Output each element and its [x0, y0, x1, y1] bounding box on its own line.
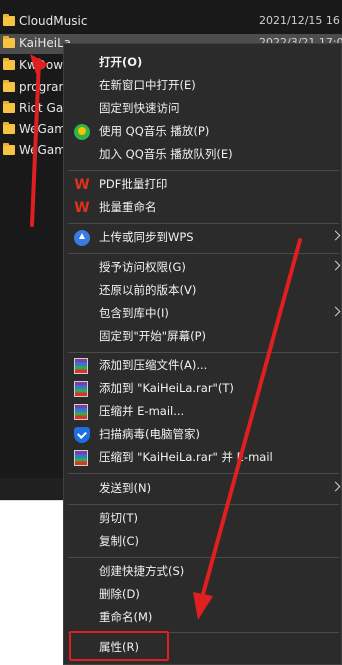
menu-item-label: 剪切(T)	[99, 511, 138, 525]
menu-item-delete[interactable]: 删除(D)	[64, 583, 342, 606]
chevron-right-icon	[330, 230, 341, 241]
context-menu: 打开(O) 在新窗口中打开(E) 固定到快速访问 使用 QQ音乐 播放(P) 加…	[63, 43, 342, 665]
menu-item-pin-quick-access[interactable]: 固定到快速访问	[64, 97, 342, 120]
menu-item-label: 添加到 "KaiHeiLa.rar"(T)	[99, 381, 234, 395]
menu-item-label: 固定到快速访问	[99, 101, 180, 115]
winrar-icon	[74, 450, 88, 466]
menu-item-create-shortcut[interactable]: 创建快捷方式(S)	[64, 560, 342, 583]
winrar-icon	[74, 358, 88, 374]
menu-separator	[68, 504, 339, 505]
menu-item-label: 使用 QQ音乐 播放(P)	[99, 124, 210, 138]
chevron-right-icon	[330, 481, 341, 492]
menu-item-pdf-batch-print[interactable]: W PDF批量打印	[64, 173, 342, 196]
folder-icon	[3, 80, 15, 92]
menu-item-play-qq-music[interactable]: 使用 QQ音乐 播放(P)	[64, 120, 342, 143]
menu-item-label: 添加到压缩文件(A)...	[99, 358, 208, 372]
folder-icon	[3, 101, 15, 113]
menu-item-open[interactable]: 打开(O)	[64, 51, 342, 74]
chevron-right-icon	[330, 260, 341, 271]
chevron-right-icon	[330, 306, 341, 317]
folder-icon	[3, 36, 15, 48]
menu-item-upload-wps[interactable]: 上传或同步到WPS	[64, 226, 342, 249]
menu-item-label: PDF批量打印	[99, 177, 168, 191]
file-name: CloudMusic	[19, 14, 88, 28]
menu-item-label: 发送到(N)	[99, 481, 152, 495]
folder-icon	[3, 143, 15, 155]
folder-icon	[3, 58, 15, 70]
wps-icon: W	[74, 177, 90, 193]
menu-item-label: 上传或同步到WPS	[99, 230, 194, 244]
wps-icon: W	[74, 200, 90, 216]
menu-separator	[68, 223, 339, 224]
menu-item-label: 批量重命名	[99, 200, 157, 214]
menu-item-label: 删除(D)	[99, 587, 140, 601]
winrar-icon	[74, 381, 88, 397]
menu-item-label: 重命名(M)	[99, 610, 153, 624]
menu-item-label: 加入 QQ音乐 播放队列(E)	[99, 147, 233, 161]
menu-item-cut[interactable]: 剪切(T)	[64, 507, 342, 530]
menu-item-label: 创建快捷方式(S)	[99, 564, 185, 578]
folder-icon	[3, 122, 15, 134]
menu-item-add-to-archive[interactable]: 添加到压缩文件(A)...	[64, 354, 342, 377]
file-name: WeGam	[19, 122, 66, 136]
menu-item-open-new-window[interactable]: 在新窗口中打开(E)	[64, 74, 342, 97]
menu-item-compress-email[interactable]: 压缩并 E-mail...	[64, 400, 342, 423]
file-name: WeGam	[19, 143, 66, 157]
menu-item-pin-start[interactable]: 固定到"开始"屏幕(P)	[64, 325, 342, 348]
menu-separator	[68, 352, 339, 353]
menu-item-label: 固定到"开始"屏幕(P)	[99, 329, 206, 343]
menu-item-label: 复制(C)	[99, 534, 140, 548]
menu-separator	[68, 253, 339, 254]
highlight-box	[69, 631, 169, 661]
menu-item-add-qq-music-queue[interactable]: 加入 QQ音乐 播放队列(E)	[64, 143, 342, 166]
menu-item-label: 扫描病毒(电脑管家)	[99, 427, 200, 441]
menu-item-scan-virus[interactable]: 扫描病毒(电脑管家)	[64, 423, 342, 446]
menu-item-label: 打开(O)	[99, 55, 143, 69]
cloud-upload-icon	[74, 230, 90, 246]
menu-separator	[68, 170, 339, 171]
menu-item-grant-access[interactable]: 授予访问权限(G)	[64, 256, 342, 279]
menu-item-label: 授予访问权限(G)	[99, 260, 186, 274]
menu-item-label: 在新窗口中打开(E)	[99, 78, 196, 92]
menu-item-compress-to-rar-email[interactable]: 压缩到 "KaiHeiLa.rar" 并 E-mail	[64, 446, 342, 469]
menu-separator	[68, 473, 339, 474]
shield-icon	[74, 427, 90, 443]
menu-item-add-to-rar[interactable]: 添加到 "KaiHeiLa.rar"(T)	[64, 377, 342, 400]
menu-item-label: 压缩到 "KaiHeiLa.rar" 并 E-mail	[99, 450, 273, 464]
menu-item-label: 还原以前的版本(V)	[99, 283, 197, 297]
menu-item-copy[interactable]: 复制(C)	[64, 530, 342, 553]
folder-icon	[3, 14, 15, 26]
menu-item-restore-versions[interactable]: 还原以前的版本(V)	[64, 279, 342, 302]
qq-music-icon	[74, 124, 90, 140]
menu-item-batch-rename[interactable]: W 批量重命名	[64, 196, 342, 219]
menu-item-rename[interactable]: 重命名(M)	[64, 606, 342, 629]
winrar-icon	[74, 404, 88, 420]
file-date: 2021/12/15 16	[259, 14, 340, 27]
menu-item-label: 包含到库中(I)	[99, 306, 169, 320]
menu-item-label: 压缩并 E-mail...	[99, 404, 185, 418]
menu-item-include-in-library[interactable]: 包含到库中(I)	[64, 302, 342, 325]
file-row[interactable]: CloudMusic 2021/12/15 16	[0, 12, 342, 32]
menu-item-send-to[interactable]: 发送到(N)	[64, 477, 342, 500]
menu-separator	[68, 557, 339, 558]
